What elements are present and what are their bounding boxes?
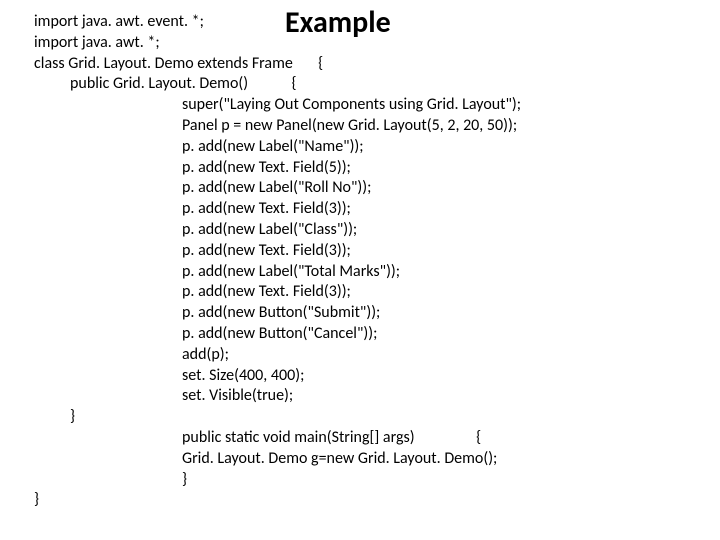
code-line: p. add(new Text. Field(3));	[34, 199, 521, 220]
code-line: p. add(new Text. Field(3));	[34, 241, 521, 262]
code-line: }	[34, 470, 521, 491]
code-line: p. add(new Text. Field(3));	[34, 282, 521, 303]
code-line: Grid. Layout. Demo g=new Grid. Layout. D…	[34, 449, 521, 470]
code-line: public Grid. Layout. Demo() {	[34, 74, 521, 95]
code-line: p. add(new Button("Cancel"));	[34, 324, 521, 345]
code-line: Panel p = new Panel(new Grid. Layout(5, …	[34, 116, 521, 137]
code-line: super("Laying Out Components using Grid.…	[34, 95, 521, 116]
code-line: public static void main(String[] args) {	[34, 428, 521, 449]
code-line: }	[34, 490, 521, 511]
code-line: set. Size(400, 400);	[34, 366, 521, 387]
code-line: add(p);	[34, 345, 521, 366]
code-line: class Grid. Layout. Demo extends Frame {	[34, 54, 521, 75]
code-line: p. add(new Text. Field(5));	[34, 158, 521, 179]
code-line: set. Visible(true);	[34, 386, 521, 407]
code-line: p. add(new Label("Class"));	[34, 220, 521, 241]
code-line: import java. awt. *;	[34, 33, 521, 54]
code-line: }	[34, 407, 521, 428]
code-example: import java. awt. event. *; import java.…	[34, 12, 521, 511]
code-line: p. add(new Label("Roll No"));	[34, 178, 521, 199]
code-line: p. add(new Button("Submit"));	[34, 303, 521, 324]
code-line: p. add(new Label("Name"));	[34, 137, 521, 158]
code-line: p. add(new Label("Total Marks"));	[34, 262, 521, 283]
code-line: import java. awt. event. *;	[34, 12, 521, 33]
